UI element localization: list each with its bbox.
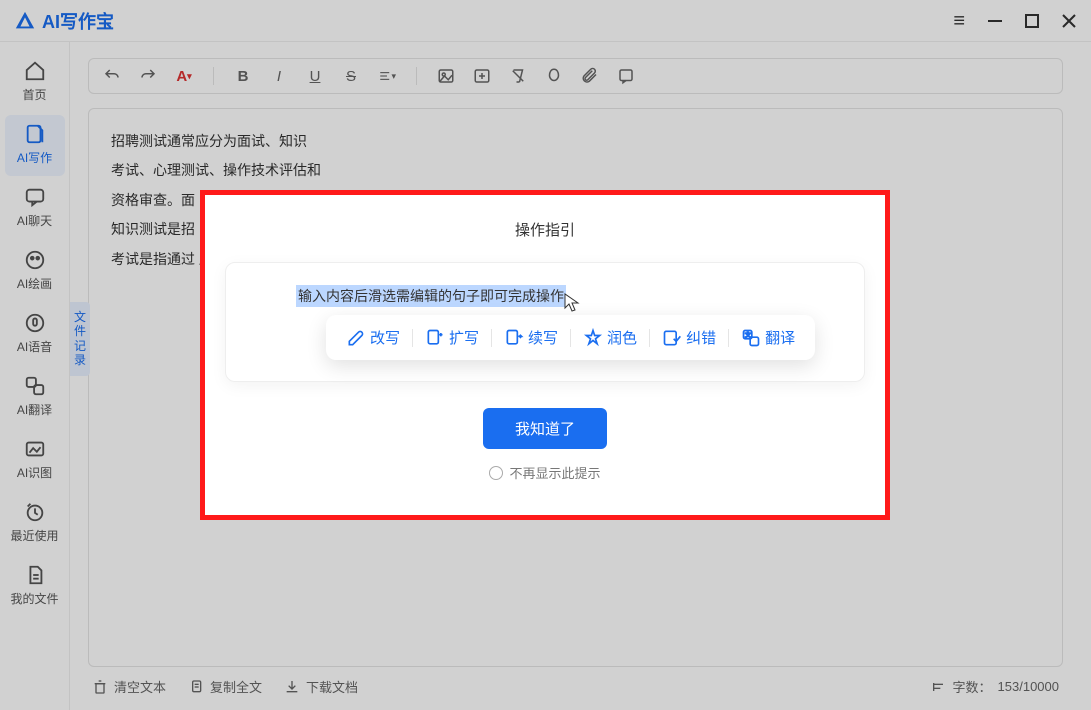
image-icon[interactable] xyxy=(437,67,455,85)
italic-icon[interactable]: I xyxy=(270,67,288,85)
sidebar-item-paint[interactable]: AI绘画 xyxy=(5,241,65,302)
app-logo: AI写作宝 xyxy=(14,8,114,34)
sidebar-item-recent[interactable]: 最近使用 xyxy=(5,493,65,554)
sidebar-item-vision[interactable]: AI识图 xyxy=(5,430,65,491)
write-icon xyxy=(24,123,46,145)
download-button[interactable]: 下载文档 xyxy=(284,677,358,696)
copy-all-button[interactable]: 复制全文 xyxy=(188,677,262,696)
action-continue[interactable]: 续写 xyxy=(494,323,568,352)
clear-text-label: 清空文本 xyxy=(114,677,166,696)
svg-text:文: 文 xyxy=(745,331,751,339)
action-rewrite[interactable]: 改写 xyxy=(336,323,410,352)
sidebar-item-label: AI语音 xyxy=(17,338,52,355)
action-label: 翻译 xyxy=(765,327,795,348)
sidebar-item-chat[interactable]: AI聊天 xyxy=(5,178,65,239)
modal-ok-button[interactable]: 我知道了 xyxy=(483,408,607,449)
align-icon[interactable]: ▾ xyxy=(378,67,396,85)
count-value: 153/10000 xyxy=(998,679,1059,694)
action-label: 润色 xyxy=(607,327,637,348)
cursor-icon xyxy=(564,293,580,313)
paint-icon xyxy=(24,249,46,271)
copy-all-label: 复制全文 xyxy=(210,677,262,696)
sidebar-item-label: AI写作 xyxy=(17,149,52,166)
sidebar-item-label: 首页 xyxy=(22,86,46,103)
sidebar-item-translate[interactable]: AI翻译 xyxy=(5,367,65,428)
radio-icon xyxy=(489,466,503,480)
count-icon xyxy=(931,679,947,695)
sidebar: 首页 AI写作 AI聊天 AI绘画 AI语音 AI翻译 AI识图 最近使用 xyxy=(0,42,70,710)
count-label: 字数： xyxy=(953,677,992,696)
sidebar-item-label: AI翻译 xyxy=(17,401,52,418)
close-icon[interactable] xyxy=(1061,13,1077,29)
editor-line: 考试、心理测试、操作技术评估和 xyxy=(111,156,1040,185)
menu-icon[interactable]: ≡ xyxy=(953,11,965,31)
demo-selected-text: 输入内容后滑选需编辑的句子即可完成操作 xyxy=(296,285,566,307)
sidebar-item-write[interactable]: AI写作 xyxy=(5,115,65,176)
dont-show-label: 不再显示此提示 xyxy=(509,463,600,482)
dont-show-again[interactable]: 不再显示此提示 xyxy=(489,463,600,482)
logo-icon xyxy=(14,10,36,32)
editor-footer: 清空文本 复制全文 下载文档 字数： 153/10000 xyxy=(88,667,1063,710)
note-icon[interactable] xyxy=(617,67,635,85)
underline-icon[interactable]: U xyxy=(306,67,324,85)
modal-title: 操作指引 xyxy=(515,219,575,240)
clear-format-icon[interactable] xyxy=(509,67,527,85)
action-label: 扩写 xyxy=(449,327,479,348)
strikethrough-icon[interactable]: S xyxy=(342,67,360,85)
action-label: 改写 xyxy=(370,327,400,348)
chat-icon xyxy=(24,186,46,208)
undo-icon[interactable] xyxy=(103,67,121,85)
maximize-icon[interactable] xyxy=(1025,14,1039,28)
sidebar-item-label: 最近使用 xyxy=(10,527,58,544)
home-icon xyxy=(24,60,46,82)
translate-icon xyxy=(24,375,46,397)
font-color-icon[interactable]: A▾ xyxy=(175,67,193,85)
action-label: 续写 xyxy=(528,327,558,348)
action-polish[interactable]: 润色 xyxy=(573,323,647,352)
copy-icon xyxy=(188,679,204,695)
files-icon xyxy=(24,564,46,586)
sidebar-item-home[interactable]: 首页 xyxy=(5,52,65,113)
continue-icon xyxy=(504,328,524,348)
action-bar: 改写 扩写 续写 润色 xyxy=(326,315,815,360)
expand-icon xyxy=(425,328,445,348)
action-label: 纠错 xyxy=(686,327,716,348)
sidebar-item-label: AI绘画 xyxy=(17,275,52,292)
vision-icon xyxy=(24,438,46,460)
voice-icon xyxy=(24,312,46,334)
sidebar-item-label: AI聊天 xyxy=(17,212,52,229)
correct-icon xyxy=(662,328,682,348)
editor-toolbar: A▾ B I U S ▾ xyxy=(88,58,1063,94)
file-record-tab[interactable]: 文件记录 xyxy=(70,302,90,376)
sidebar-item-files[interactable]: 我的文件 xyxy=(5,556,65,617)
redo-icon[interactable] xyxy=(139,67,157,85)
polish-icon xyxy=(583,328,603,348)
attachment-icon[interactable] xyxy=(581,67,599,85)
recent-icon xyxy=(24,501,46,523)
guide-modal: 操作指引 输入内容后滑选需编辑的句子即可完成操作 改写 扩写 续写 xyxy=(200,190,890,520)
download-label: 下载文档 xyxy=(306,677,358,696)
bold-icon[interactable]: B xyxy=(234,67,252,85)
word-count: 字数： 153/10000 xyxy=(931,677,1059,696)
window-controls: ≡ xyxy=(953,11,1077,31)
action-translate[interactable]: 文 翻译 xyxy=(731,323,805,352)
editor-line: 招聘测试通常应分为面试、知识 xyxy=(111,127,1040,156)
insert-image-icon[interactable] xyxy=(473,67,491,85)
sidebar-item-voice[interactable]: AI语音 xyxy=(5,304,65,365)
sidebar-item-label: AI识图 xyxy=(17,464,52,481)
highlight-icon[interactable] xyxy=(545,67,563,85)
translate2-icon: 文 xyxy=(741,328,761,348)
app-title: AI写作宝 xyxy=(42,8,114,34)
rewrite-icon xyxy=(346,328,366,348)
minimize-icon[interactable] xyxy=(987,13,1003,29)
clear-text-button[interactable]: 清空文本 xyxy=(92,677,166,696)
modal-demo-panel: 输入内容后滑选需编辑的句子即可完成操作 改写 扩写 续写 xyxy=(225,262,865,382)
trash-icon xyxy=(92,679,108,695)
download-icon xyxy=(284,679,300,695)
action-expand[interactable]: 扩写 xyxy=(415,323,489,352)
action-correct[interactable]: 纠错 xyxy=(652,323,726,352)
sidebar-item-label: 我的文件 xyxy=(10,590,58,607)
titlebar: AI写作宝 ≡ xyxy=(0,0,1091,42)
